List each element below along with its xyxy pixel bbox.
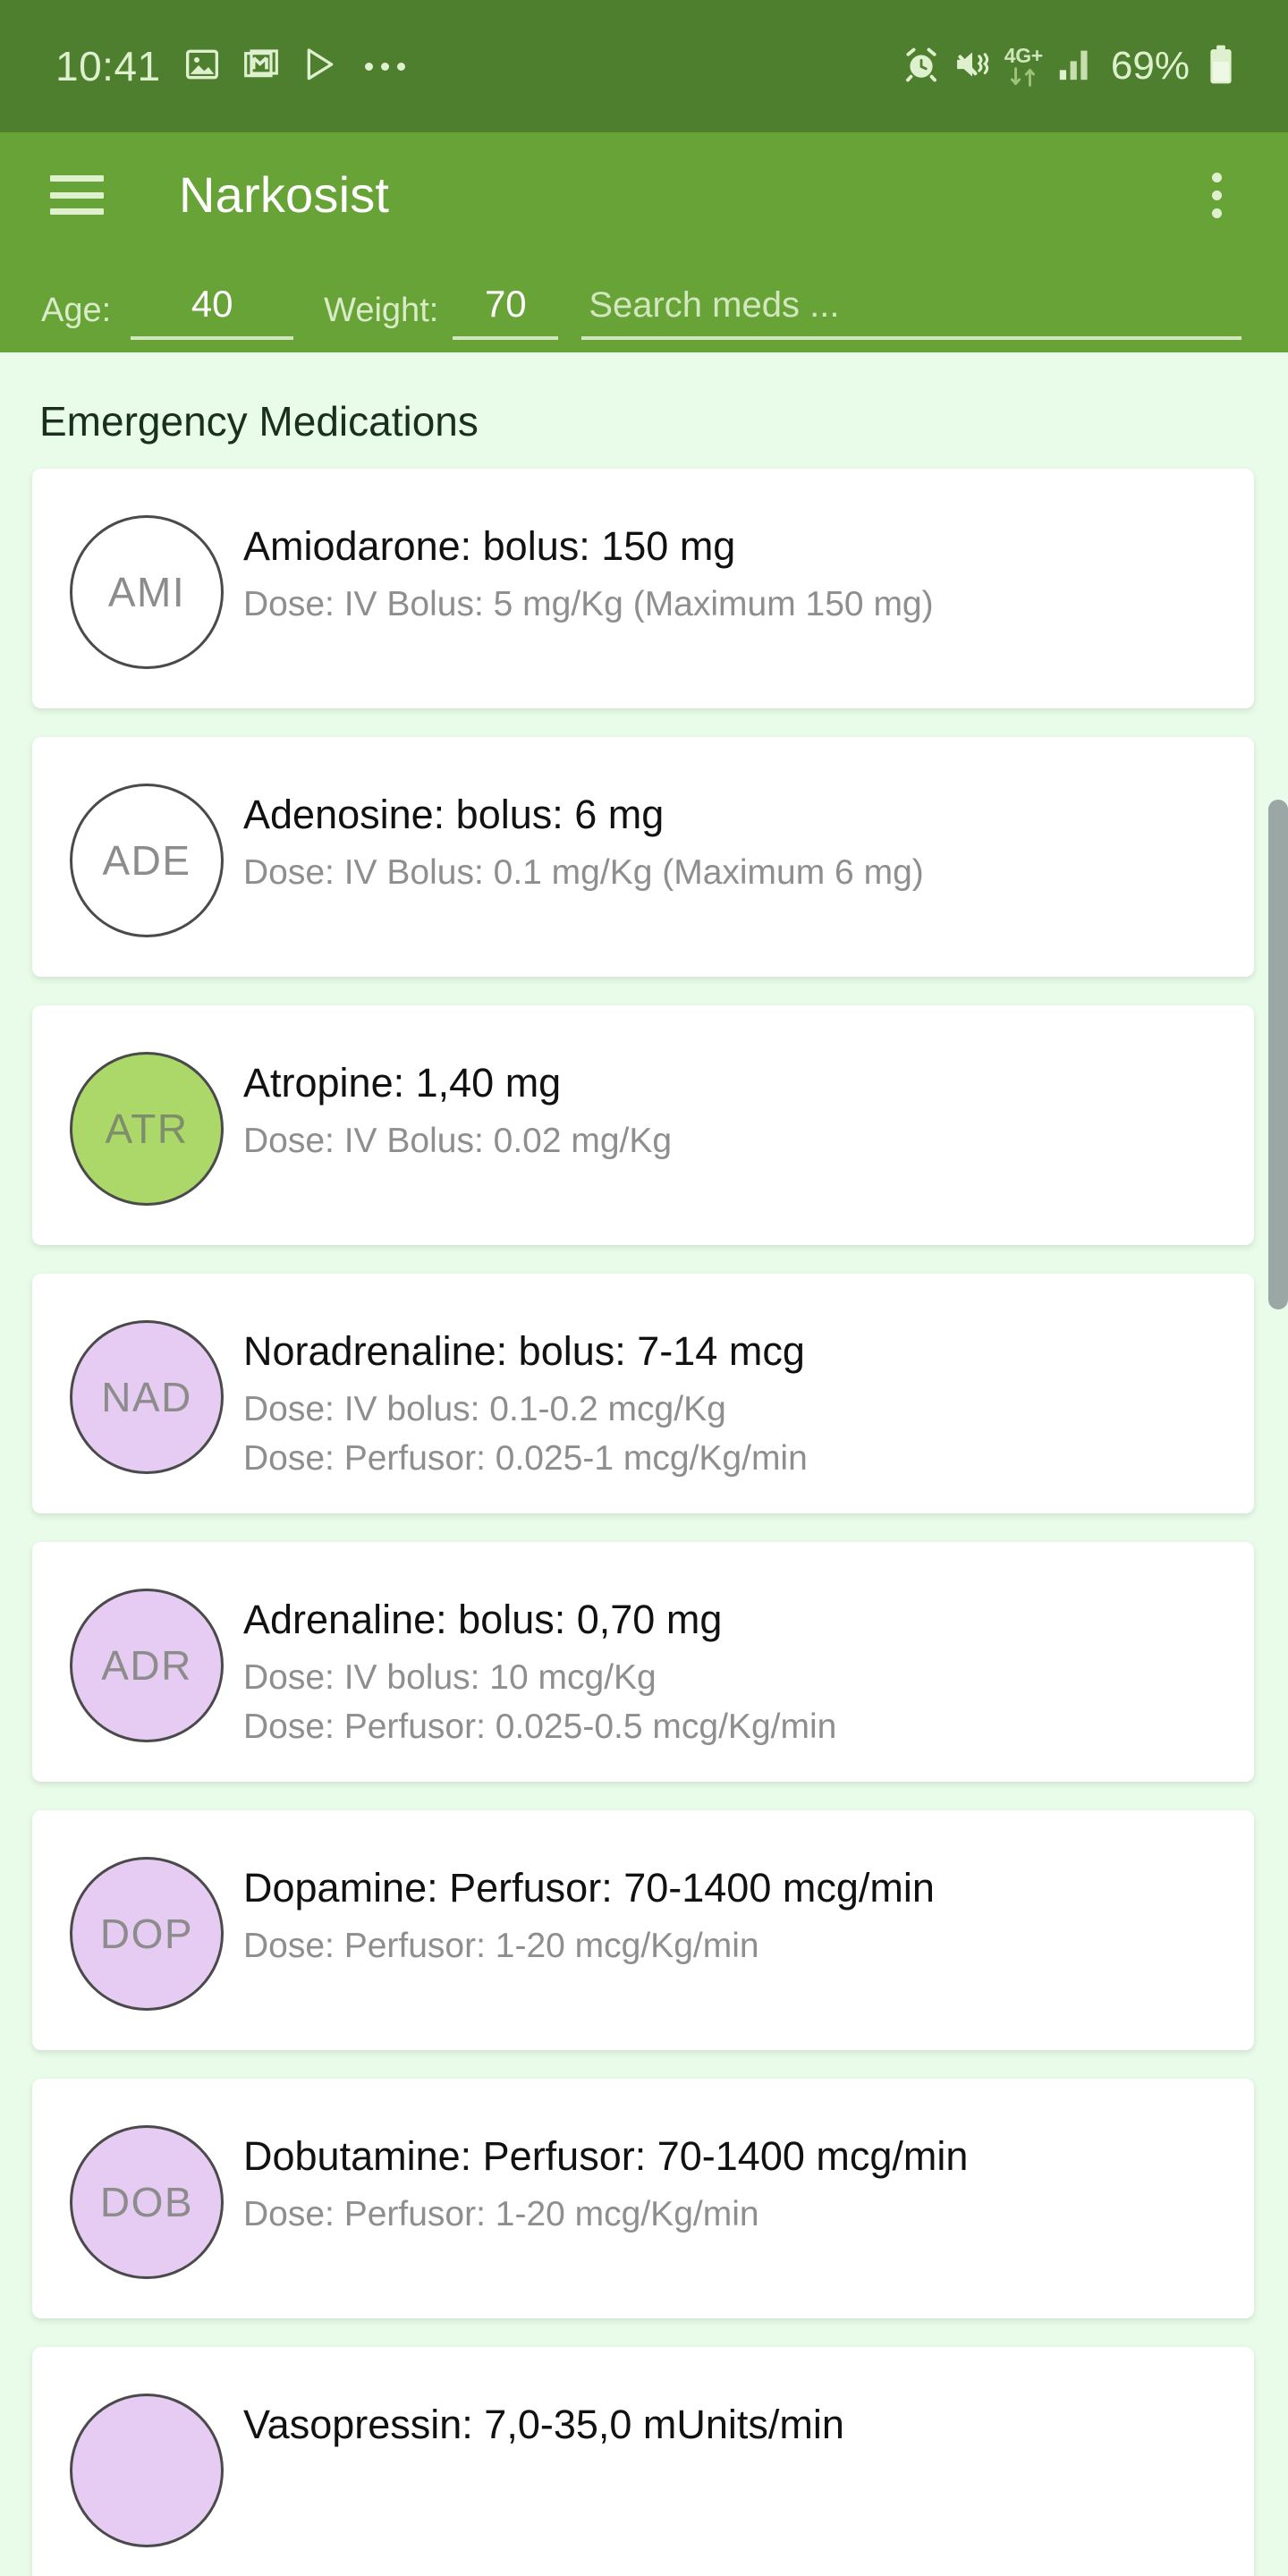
medication-title: Vasopressin: 7,0-35,0 mUnits/min — [243, 2402, 844, 2447]
medication-dose: Dose: IV Bolus: 0.1 mg/Kg (Maximum 6 mg) — [243, 853, 924, 893]
medication-body: Vasopressin: 7,0-35,0 mUnits/min — [243, 2377, 1227, 2448]
medication-title: Adrenaline: bolus: 0,70 mg — [243, 1597, 723, 1642]
medication-card[interactable]: ADR Adrenaline: bolus: 0,70 mg Dose: IV bo… — [32, 1542, 1254, 1782]
medication-card[interactable]: ADE Adenosine: bolus: 6 mg Dose: IV Bolus:… — [32, 737, 1254, 977]
gmail-icon — [243, 47, 279, 87]
section-title: Emergency Medications — [39, 398, 479, 445]
medication-card[interactable]: AMI Amiodarone: bolus: 150 mg Dose: IV Bol… — [32, 469, 1254, 708]
medication-card[interactable]: Vasopressin: 7,0-35,0 mUnits/min — [32, 2347, 1254, 2576]
app-screen: 10:41 4G+ 69% Narkosist Age: 40 Weight: … — [0, 0, 1288, 2576]
medication-title: Atropine: 1,40 mg — [243, 1060, 562, 1106]
app-bar-top-row: Narkosist — [0, 132, 1288, 258]
medication-card[interactable]: ATR Atropine: 1,40 mg Dose: IV Bolus: 0.02… — [32, 1005, 1254, 1245]
medication-body: Adrenaline: bolus: 0,70 mg Dose: IV bolus… — [243, 1572, 1227, 1750]
medication-avatar: NAD — [70, 1320, 224, 1474]
weight-input[interactable] — [453, 283, 559, 340]
status-bar: 10:41 4G+ 69% — [0, 0, 1288, 132]
status-bar-right: 4G+ 69% — [902, 44, 1234, 89]
status-clock: 10:41 — [55, 43, 161, 89]
age-label: Age: — [41, 292, 112, 329]
hamburger-menu-icon[interactable] — [50, 175, 104, 215]
medication-avatar: DOB — [70, 2125, 224, 2279]
status-bar-left: 10:41 — [55, 46, 902, 87]
medication-card-list: AMI Amiodarone: bolus: 150 mg Dose: IV Bol… — [0, 469, 1288, 2576]
medication-body: Dobutamine: Perfusor: 70-1400 mcg/min Dos… — [243, 2109, 1227, 2238]
medication-dose: Dose: Perfusor: 0.025-1 mcg/Kg/min — [243, 1438, 808, 1478]
alarm-icon — [902, 46, 940, 88]
medication-title: Adenosine: bolus: 6 mg — [243, 792, 665, 837]
more-notifications-icon — [364, 62, 405, 71]
medication-avatar: AMI — [70, 515, 224, 669]
medication-dose: Dose: Perfusor: 1-20 mcg/Kg/min — [243, 1927, 759, 1966]
medication-dose: Dose: Perfusor: 0.025-0.5 mcg/Kg/min — [243, 1707, 837, 1746]
search-input[interactable] — [581, 285, 1241, 340]
medication-card[interactable]: DOB Dobutamine: Perfusor: 70-1400 mcg/min… — [32, 2079, 1254, 2318]
medication-list-scroll-area[interactable]: Emergency Medications AMI Amiodarone: bol… — [0, 352, 1288, 2576]
medication-card[interactable]: NAD Noradrenaline: bolus: 7-14 mcg Dose: I… — [32, 1274, 1254, 1513]
medication-card[interactable]: DOP Dopamine: Perfusor: 70-1400 mcg/min Do… — [32, 1810, 1254, 2050]
medication-avatar: ADE — [70, 784, 224, 937]
page-title: Narkosist — [179, 166, 390, 223]
medication-title: Dobutamine: Perfusor: 70-1400 mcg/min — [243, 2133, 969, 2179]
medication-dose: Dose: IV bolus: 0.1-0.2 mcg/Kg — [243, 1390, 726, 1429]
medication-title: Amiodarone: bolus: 150 mg — [243, 523, 736, 569]
vertical-scrollbar-thumb[interactable] — [1268, 800, 1288, 1309]
medication-avatar: ATR — [70, 1052, 224, 1206]
signal-bars-icon — [1057, 47, 1093, 86]
battery-percent-label: 69% — [1110, 44, 1190, 88]
medication-dose: Dose: Perfusor: 1-20 mcg/Kg/min — [243, 2195, 759, 2234]
patient-inputs-row: Age: Weight: — [0, 258, 1288, 340]
medication-dose: Dose: IV Bolus: 5 mg/Kg (Maximum 150 mg) — [243, 585, 934, 624]
medication-body: Noradrenaline: bolus: 7-14 mcg Dose: IV b… — [243, 1304, 1227, 1481]
medication-body: Adenosine: bolus: 6 mg Dose: IV Bolus: 0.… — [243, 767, 1227, 896]
medication-avatar: ADR — [70, 1589, 224, 1742]
age-input[interactable] — [131, 283, 294, 340]
photos-icon — [184, 47, 220, 87]
play-store-icon — [302, 47, 338, 87]
data-transfer-icon: 4G+ — [1004, 46, 1043, 87]
medication-title: Dopamine: Perfusor: 70-1400 mcg/min — [243, 1865, 935, 1911]
app-bar: Narkosist Age: Weight: — [0, 132, 1288, 352]
medication-avatar — [70, 2394, 224, 2547]
vibrate-mute-icon — [953, 46, 992, 88]
overflow-menu-icon[interactable] — [1188, 166, 1245, 224]
weight-label: Weight: — [324, 292, 439, 329]
medication-body: Dopamine: Perfusor: 70-1400 mcg/min Dose:… — [243, 1841, 1227, 1970]
medication-dose: Dose: IV bolus: 10 mcg/Kg — [243, 1658, 657, 1698]
medication-body: Amiodarone: bolus: 150 mg Dose: IV Bolus:… — [243, 499, 1227, 628]
medication-body: Atropine: 1,40 mg Dose: IV Bolus: 0.02 mg… — [243, 1036, 1227, 1165]
medication-title: Noradrenaline: bolus: 7-14 mcg — [243, 1328, 805, 1374]
search-field-wrap — [581, 285, 1241, 340]
medication-avatar: DOP — [70, 1857, 224, 2011]
medication-dose: Dose: IV Bolus: 0.02 mg/Kg — [243, 1122, 673, 1161]
battery-icon — [1208, 44, 1234, 89]
